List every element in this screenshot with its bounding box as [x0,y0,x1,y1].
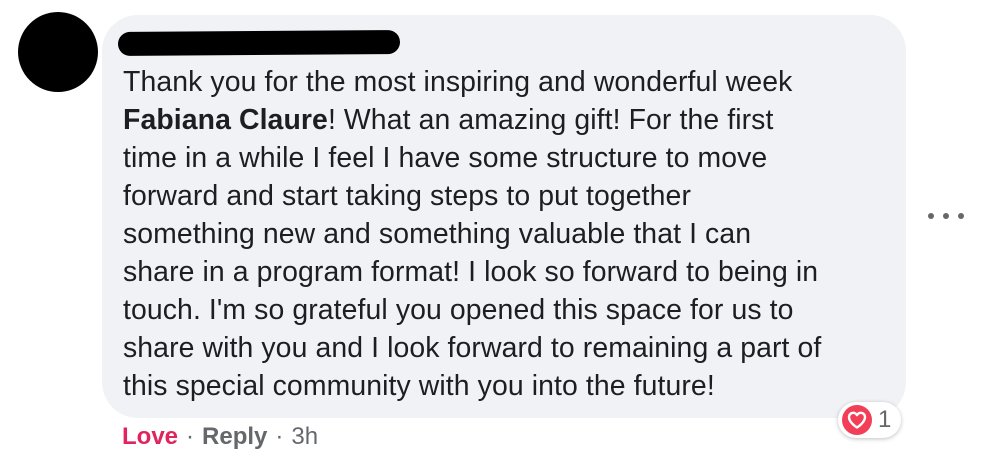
mention-link[interactable]: Fabiana Claure [123,104,328,136]
comment-line-text: ! What an amazing gift! For the first [327,104,774,136]
love-button[interactable]: Love [122,423,178,451]
author-name-redacted[interactable] [117,30,401,56]
comment-bubble: Thank you for the most inspiring and won… [102,15,906,418]
more-dot-icon [943,213,949,219]
more-dot-icon [958,213,964,219]
comment-line: share in a program format! I look so for… [123,256,819,288]
comment-line: time in a while I feel I have some struc… [123,142,768,174]
comment-text: Thank you for the most inspiring and won… [123,63,893,405]
comment-line: something new and something valuable tha… [123,218,752,250]
more-dot-icon [928,213,934,219]
timestamp-link[interactable]: 3h [291,423,318,451]
comment-line: touch. I'm so grateful you opened this s… [123,294,794,326]
comment-line: forward and start taking steps to put to… [123,180,692,212]
reply-button[interactable]: Reply [202,423,267,451]
comment-line: share with you and I look forward to rem… [123,332,822,364]
avatar[interactable] [18,12,98,92]
comment-line: Thank you for the most inspiring and won… [123,66,793,98]
separator: · [275,423,284,450]
comment-line: this special community with you into the… [123,370,715,402]
reaction-count-badge[interactable]: 1 [838,402,902,438]
comment-actions: Love · Reply · 3h [122,420,318,454]
separator: · [186,423,195,450]
heart-icon [842,405,872,435]
more-options-button[interactable] [928,204,964,228]
comment-line: Fabiana Claure! What an amazing gift! Fo… [123,101,893,139]
reaction-count: 1 [878,406,892,433]
